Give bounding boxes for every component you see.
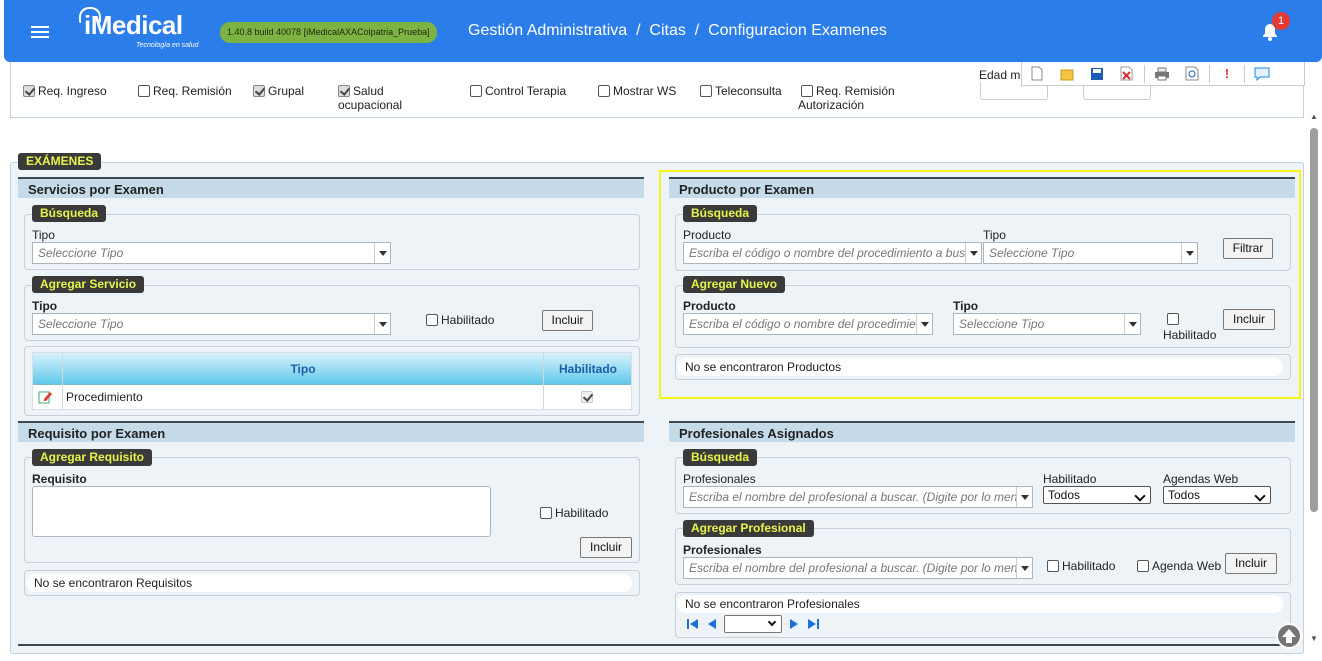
profesionales-empty: No se encontraron Profesionales xyxy=(677,595,1283,613)
bottom-divider xyxy=(18,644,1295,646)
servicios-tipo2-label: Tipo xyxy=(32,299,58,313)
profesionales-label: Profesionales xyxy=(683,472,756,486)
new-document-icon[interactable] xyxy=(1025,64,1049,84)
profesionales-search-input[interactable]: Escriba el nombre del profesional a busc… xyxy=(683,486,1033,508)
servicios-tipo-select[interactable]: Seleccione Tipo xyxy=(32,242,391,264)
edit-icon[interactable] xyxy=(38,390,52,404)
preview-icon[interactable] xyxy=(1180,64,1204,84)
scroll-top-button[interactable] xyxy=(1276,623,1302,649)
requisito-header: Requisito por Examen xyxy=(18,421,644,442)
req-remision-autorizacion-checkbox[interactable]: Req. Remisión Autorización xyxy=(798,84,895,112)
last-page-icon[interactable] xyxy=(806,618,820,630)
mostrar-ws-checkbox[interactable]: Mostrar WS xyxy=(598,84,676,98)
chevron-down-icon[interactable] xyxy=(1016,487,1032,507)
chevron-down-icon[interactable] xyxy=(374,243,390,263)
next-page-icon[interactable] xyxy=(788,618,800,630)
servicios-header: Servicios por Examen xyxy=(18,177,644,198)
profesionales2-label: Profesionales xyxy=(683,543,762,557)
requisito-incluir-button[interactable]: Incluir xyxy=(580,537,632,558)
top-bar: iMedical Tecnología en salud 1.40.8 buil… xyxy=(4,0,1322,62)
pager xyxy=(686,615,820,633)
col-tipo-header[interactable]: Tipo xyxy=(63,362,543,376)
edad-min-label: Edad mi xyxy=(979,68,1024,82)
logo-tagline: Tecnología en salud xyxy=(136,42,199,49)
requisito-textarea[interactable] xyxy=(32,486,491,537)
servicios-table: Tipo Habilitado Procedimiento xyxy=(32,352,632,410)
servicios-busqueda-legend: Búsqueda xyxy=(32,205,107,222)
agendas-web-label: Agendas Web xyxy=(1163,472,1239,486)
alert-icon[interactable]: ! xyxy=(1215,64,1239,84)
chat-icon[interactable] xyxy=(1250,64,1274,84)
prof-habilitado-select[interactable]: Todos xyxy=(1043,486,1151,504)
salud-ocupacional-checkbox[interactable]: Salud ocupacional xyxy=(338,84,402,112)
agregar-requisito-legend: Agregar Requisito xyxy=(32,449,153,466)
req-remision-checkbox[interactable]: Req. Remisión xyxy=(138,84,232,98)
toolbar: ! xyxy=(1021,62,1305,86)
notification-badge: 1 xyxy=(1272,12,1290,30)
open-folder-icon[interactable] xyxy=(1055,64,1079,84)
profesionales2-input[interactable]: Escriba el nombre del profesional a busc… xyxy=(683,557,1033,579)
page-select[interactable] xyxy=(724,615,782,633)
chevron-down-icon[interactable] xyxy=(1016,558,1032,578)
requisito-label: Requisito xyxy=(32,472,87,486)
servicio-habilitado-checkbox[interactable]: Habilitado xyxy=(426,313,494,327)
req-ingreso-checkbox[interactable]: Req. Ingreso xyxy=(23,84,107,98)
agendas-web-select[interactable]: Todos xyxy=(1163,486,1271,504)
servicios-tipo-label: Tipo xyxy=(32,228,55,242)
scrollbar[interactable]: ▲ ▼ xyxy=(1308,112,1320,657)
version-badge: 1.40.8 build 40078 [iMedicalAXAColpatria… xyxy=(220,22,437,43)
save-icon[interactable] xyxy=(1085,64,1109,84)
col-habilitado-header[interactable]: Habilitado xyxy=(544,362,632,376)
profesionales-header: Profesionales Asignados xyxy=(669,421,1295,442)
cloud-icon xyxy=(79,7,101,23)
profesionales-busqueda-legend: Búsqueda xyxy=(683,449,758,466)
control-terapia-checkbox[interactable]: Control Terapia xyxy=(470,84,566,98)
prev-page-icon[interactable] xyxy=(706,618,718,630)
grupal-checkbox[interactable]: Grupal xyxy=(253,84,304,98)
arrow-up-icon xyxy=(1282,629,1296,643)
requisitos-empty: No se encontraron Requisitos xyxy=(26,574,632,592)
hamburger-menu-icon[interactable] xyxy=(31,26,49,38)
teleconsulta-checkbox[interactable]: Teleconsulta xyxy=(700,84,782,98)
requisito-habilitado-checkbox[interactable]: Habilitado xyxy=(540,506,608,520)
examenes-legend: EXÁMENES xyxy=(18,153,102,170)
servicio-incluir-button[interactable]: Incluir xyxy=(542,310,593,331)
delete-document-icon[interactable] xyxy=(1115,64,1139,84)
agregar-profesional-legend: Agregar Profesional xyxy=(683,520,814,537)
row-tipo: Procedimiento xyxy=(66,390,143,404)
profesional-incluir-button[interactable]: Incluir xyxy=(1225,553,1277,574)
breadcrumb: Gestión Administrativa / Citas / Configu… xyxy=(468,22,887,39)
prof-habilitado-label: Habilitado xyxy=(1043,472,1097,486)
chevron-down-icon[interactable] xyxy=(374,314,390,334)
print-icon[interactable] xyxy=(1150,64,1174,84)
prof-habilitado-checkbox[interactable]: Habilitado xyxy=(1047,559,1115,573)
app-logo: iMedical Tecnología en salud xyxy=(79,7,198,49)
highlight-frame xyxy=(659,170,1301,399)
servicios-tipo2-select[interactable]: Seleccione Tipo xyxy=(32,313,391,335)
agenda-web-checkbox[interactable]: Agenda Web xyxy=(1137,559,1221,573)
first-page-icon[interactable] xyxy=(686,618,700,630)
agregar-servicio-legend: Agregar Servicio xyxy=(32,276,145,293)
row-habilitado-checkbox xyxy=(581,391,593,403)
